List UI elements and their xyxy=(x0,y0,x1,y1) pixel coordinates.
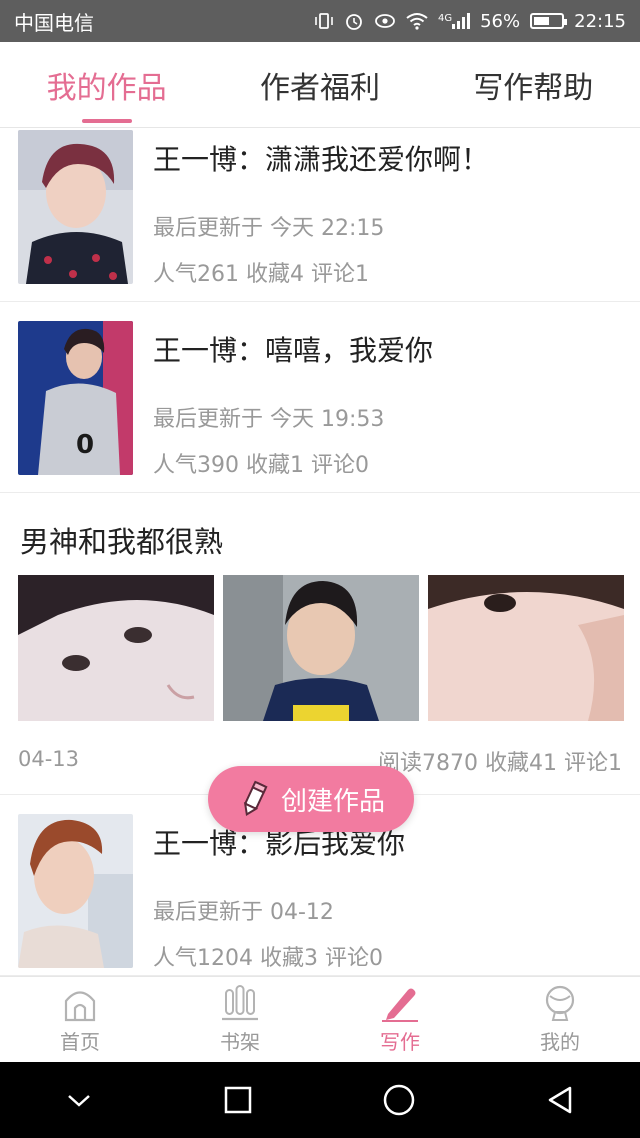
bookshelf-icon xyxy=(222,985,258,1021)
carrier-label: 中国电信 xyxy=(14,10,94,35)
clock: 22:15 xyxy=(574,10,626,32)
work-title: 王一博：嘻嘻，我爱你 xyxy=(153,334,434,367)
profile-icon xyxy=(545,985,575,1021)
wifi-icon xyxy=(406,12,428,30)
collapse-icon[interactable] xyxy=(64,1090,94,1110)
work-title: 王一博：潇潇我还爱你啊！ xyxy=(153,143,490,176)
vibrate-icon xyxy=(314,12,334,30)
featured-work-card[interactable]: 男神和我都很熟 04-13 阅读7870 收藏41 评论1 xyxy=(0,493,640,795)
nav-mine[interactable]: 我的 xyxy=(480,977,640,1062)
tab-author-benefits[interactable]: 作者福利 xyxy=(213,42,426,127)
system-nav-bar xyxy=(0,1062,640,1138)
create-work-button[interactable]: 创建作品 xyxy=(208,766,414,832)
pencil-icon xyxy=(243,780,268,817)
create-work-label: 创建作品 xyxy=(280,786,385,817)
tab-writing-help[interactable]: 写作帮助 xyxy=(427,42,640,127)
nav-write[interactable]: 写作 xyxy=(320,977,480,1062)
tab-my-works[interactable]: 我的作品 xyxy=(0,42,213,127)
signal-icon: 4G xyxy=(438,13,471,29)
nav-bookshelf[interactable]: 书架 xyxy=(160,977,320,1062)
home-icon xyxy=(64,991,96,1022)
battery-icon xyxy=(530,13,568,29)
work-stats: 人气261 收藏4 评论1 xyxy=(153,262,369,287)
featured-image xyxy=(18,575,214,721)
featured-work-stats: 阅读7870 收藏41 评论1 xyxy=(378,751,622,776)
home-button-icon[interactable] xyxy=(382,1083,416,1117)
recent-apps-icon[interactable] xyxy=(222,1084,254,1116)
back-icon[interactable] xyxy=(544,1084,576,1116)
work-updated-time: 最后更新于 今天 19:53 xyxy=(153,407,385,432)
svg-text:0: 0 xyxy=(76,430,94,460)
top-tabs: 我的作品 作者福利 写作帮助 xyxy=(0,42,640,128)
work-cover-image: 0 xyxy=(18,321,133,475)
work-updated-time: 最后更新于 今天 22:15 xyxy=(153,216,385,241)
eye-icon xyxy=(374,13,396,29)
works-feed[interactable]: 王一博：潇潇我还爱你啊！ 最后更新于 今天 22:15 人气261 收藏4 评论… xyxy=(0,128,640,976)
nav-mine-label: 我的 xyxy=(540,1030,580,1054)
featured-image xyxy=(428,575,624,721)
work-item[interactable]: 0 王一博：嘻嘻，我爱你 最后更新于 今天 19:53 人气390 收藏1 评论… xyxy=(0,302,640,493)
nav-home-label: 首页 xyxy=(60,1030,100,1054)
battery-percent: 56% xyxy=(480,10,521,32)
work-item[interactable]: 王一博：潇潇我还爱你啊！ 最后更新于 今天 22:15 人气261 收藏4 评论… xyxy=(0,130,640,302)
featured-work-date: 04-13 xyxy=(18,747,80,771)
nav-bookshelf-label: 书架 xyxy=(220,1030,260,1054)
featured-image-row xyxy=(18,575,624,721)
status-bar: 中国电信 4G 56% 22:15 xyxy=(0,0,640,42)
featured-image xyxy=(223,575,419,721)
alarm-icon xyxy=(344,11,364,31)
work-stats: 人气390 收藏1 评论0 xyxy=(153,453,369,478)
featured-work-title: 男神和我都很熟 xyxy=(20,525,224,559)
work-stats: 人气1204 收藏3 评论0 xyxy=(153,946,383,971)
pen-icon xyxy=(382,988,418,1022)
work-cover-image xyxy=(18,814,133,968)
bottom-nav: 首页 书架 写作 我的 xyxy=(0,976,640,1062)
status-icons: 4G 56% 22:15 xyxy=(314,11,626,32)
nav-home[interactable]: 首页 xyxy=(0,977,160,1062)
work-updated-time: 最后更新于 04-12 xyxy=(153,900,334,925)
work-cover-image xyxy=(18,130,133,284)
nav-write-label: 写作 xyxy=(380,1030,420,1054)
